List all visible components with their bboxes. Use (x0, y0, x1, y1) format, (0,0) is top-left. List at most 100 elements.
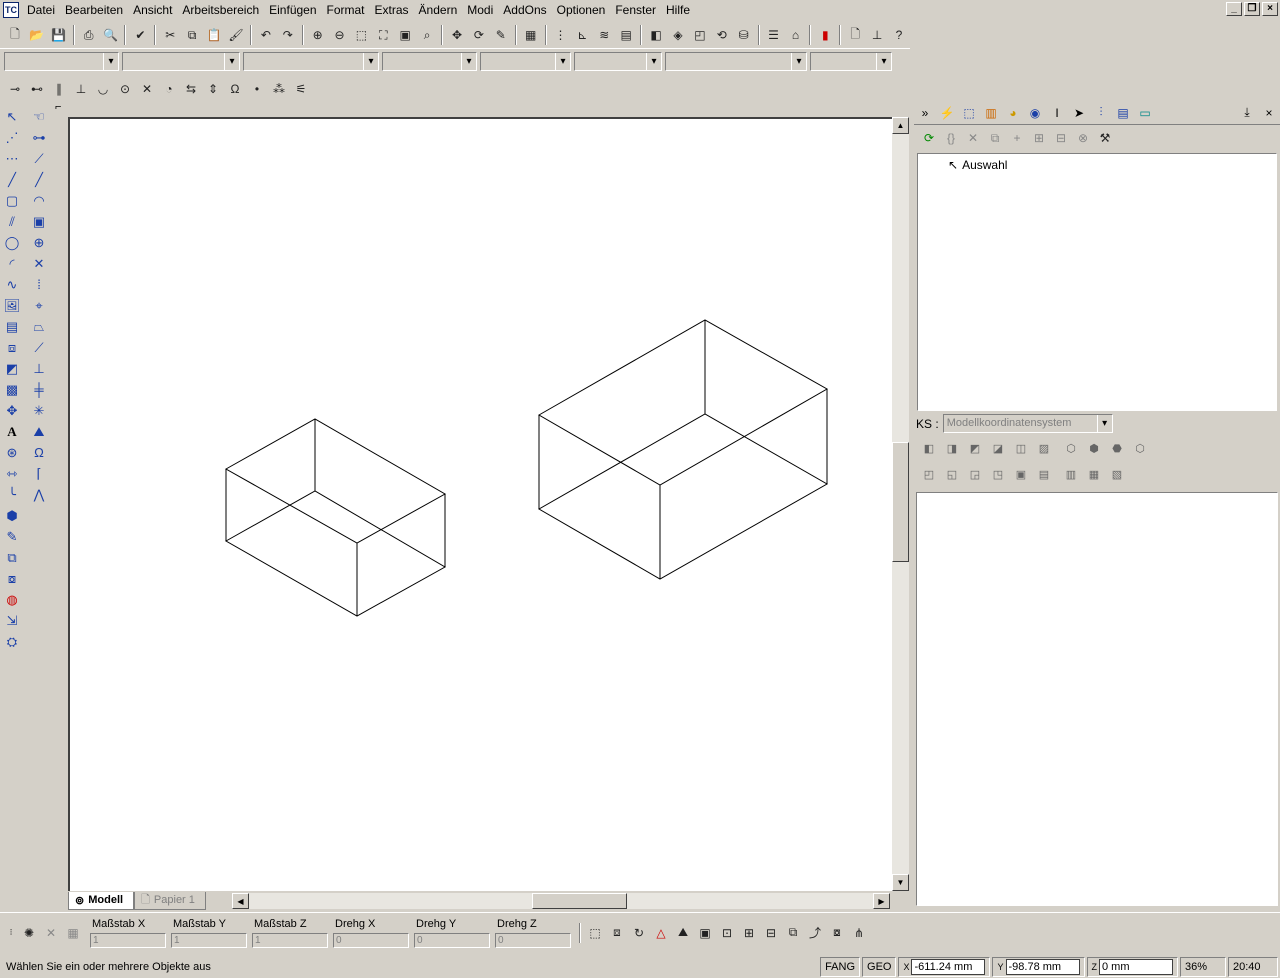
snap-midpoint-icon[interactable]: ⊷ (26, 78, 48, 100)
transform-snap-icon[interactable]: ⤴ (804, 922, 826, 944)
snap-between-icon[interactable]: ⇕ (202, 78, 224, 100)
line-tool-icon[interactable]: ⊶ (28, 127, 50, 148)
ucs-icon[interactable]: ⊥ (866, 24, 888, 46)
menu-extras[interactable]: Extras (370, 1, 414, 19)
view-3d-icon[interactable]: ⬢ (1, 505, 23, 526)
perp-dim-icon[interactable]: ╪ (28, 379, 50, 400)
properties-area[interactable] (916, 492, 1278, 906)
rotate-x-icon[interactable]: ◰ (918, 463, 940, 485)
menu-bearbeiten[interactable]: Bearbeiten (60, 1, 128, 19)
view-left-cube-icon[interactable]: ◩ (964, 437, 986, 459)
globe-icon[interactable]: ◉ (1024, 102, 1046, 124)
panel-close-icon[interactable]: × (1258, 102, 1280, 124)
collapse-icon[interactable]: » (914, 102, 936, 124)
delete-icon[interactable]: ✕ (962, 127, 984, 149)
polyline-icon[interactable]: ⋯ (1, 148, 23, 169)
cancel-icon[interactable]: ✕ (40, 922, 62, 944)
compass-icon[interactable]: ⋀ (28, 484, 50, 505)
properties-icon[interactable]: ☰ (763, 24, 785, 46)
zoom-in-icon[interactable]: ⊕ (307, 24, 329, 46)
mirror-y-icon[interactable]: ▣ (1010, 463, 1032, 485)
snap-center-icon[interactable]: ⊙ (114, 78, 136, 100)
menu-einfuegen[interactable]: Einfügen (264, 1, 321, 19)
omega-icon[interactable]: Ω (28, 442, 50, 463)
new-file-icon[interactable]: 🗋 (4, 24, 26, 46)
menu-modi[interactable]: Modi (462, 1, 498, 19)
save-icon[interactable]: 💾 (48, 24, 70, 46)
cursor-icon[interactable]: ➤ (1068, 102, 1090, 124)
ortho-icon[interactable]: ⊾ (571, 24, 593, 46)
bracket-icon[interactable]: ⌈ (28, 463, 50, 484)
grid-icon[interactable]: ⋮ (550, 24, 572, 46)
vertical-scroll-thumb[interactable] (892, 442, 909, 562)
circle-icon[interactable]: ◯ (1, 232, 23, 253)
rotate-y-icon[interactable]: ◱ (941, 463, 963, 485)
vertical-scrollbar[interactable]: ▲ ▼ (892, 117, 909, 891)
undo-icon[interactable]: ↶ (255, 24, 277, 46)
surface-icon[interactable]: ◩ (1, 358, 23, 379)
zoom-page-icon[interactable]: ▣ (394, 24, 416, 46)
box-3d-icon[interactable]: ⧈ (1, 337, 23, 358)
scale-z-input[interactable]: 1 (252, 932, 328, 948)
minimize-icon[interactable]: _ (1226, 2, 1242, 16)
layer-combo[interactable] (4, 52, 119, 71)
zoom-out-icon[interactable]: ⊖ (329, 24, 351, 46)
z-input[interactable]: 0 mm (1099, 958, 1173, 975)
snap-endpoint-icon[interactable]: ⊸ (4, 78, 26, 100)
menu-aendern[interactable]: Ändern (414, 1, 463, 19)
measure-icon[interactable]: ✎ (1, 526, 23, 547)
tangent-line-icon[interactable]: ⟋ (28, 337, 50, 358)
move-icon[interactable]: ✥ (1, 400, 23, 421)
merge-icon[interactable]: ⊟ (1050, 127, 1072, 149)
scroll-down-icon[interactable]: ▼ (892, 874, 909, 891)
image-icon[interactable]: 🖼 (1, 295, 23, 316)
menu-fenster[interactable]: Fenster (610, 1, 661, 19)
y-input[interactable]: -98.78 mm (1005, 958, 1080, 975)
angle-line-icon[interactable]: ⟋ (28, 148, 50, 169)
transform-icon[interactable]: ⇲ (1, 610, 23, 631)
pan-icon[interactable]: ✥ (446, 24, 468, 46)
scroll-right-icon[interactable]: ▶ (873, 893, 890, 909)
table-icon[interactable]: ▦ (62, 922, 84, 944)
select-arrow-icon[interactable]: ↖ (1, 106, 23, 127)
transform-flip-icon[interactable]: ⊞ (738, 922, 760, 944)
new-sheet-icon[interactable]: 🗋 (844, 24, 866, 46)
iso-nw-icon[interactable]: ⬡ (1129, 437, 1151, 459)
snap-multi-icon[interactable]: ⁂ (268, 78, 290, 100)
circle-arc-icon[interactable]: ◠ (28, 190, 50, 211)
transform-array-icon[interactable]: ▣ (694, 922, 716, 944)
fillet-icon[interactable]: ╰ (1, 484, 23, 505)
regen-icon[interactable]: ⟳ (468, 24, 490, 46)
filter-icon[interactable]: ⊗ (1072, 127, 1094, 149)
rotate-x-input[interactable]: 0 (333, 932, 409, 948)
menu-format[interactable]: Format (322, 1, 370, 19)
spellcheck-icon[interactable]: ✔ (129, 24, 151, 46)
snap-quadrant-icon[interactable]: ◔ (158, 78, 180, 100)
page-setup-icon[interactable]: ▤ (615, 24, 637, 46)
menu-datei[interactable]: Datei (22, 1, 60, 19)
restore-icon[interactable]: ❐ (1244, 2, 1260, 16)
transform-distribute-icon[interactable]: ⋔ (848, 922, 870, 944)
format-painter-icon[interactable]: 🖌 (225, 24, 247, 46)
text-icon[interactable]: A (1, 421, 23, 442)
view-iso-icon[interactable]: ◈ (667, 24, 689, 46)
add-group-icon[interactable]: ⊞ (1028, 127, 1050, 149)
assembly-icon[interactable]: ⛭ (1, 631, 23, 652)
tools-icon[interactable]: ⚒ (1094, 127, 1116, 149)
close-icon[interactable]: × (1262, 2, 1278, 16)
render-icon[interactable]: ▦ (520, 24, 542, 46)
view-bottom-cube-icon[interactable]: ▨ (1033, 437, 1055, 459)
group-icon[interactable]: ⧉ (1, 547, 23, 568)
solid-icon[interactable]: ▩ (1, 379, 23, 400)
view-top-icon[interactable]: ◰ (689, 24, 711, 46)
transform-rotate-icon[interactable]: ↻ (628, 922, 650, 944)
line-icon[interactable]: ╱ (1, 169, 23, 190)
tree-item-auswahl[interactable]: ↖ Auswahl (948, 158, 1007, 172)
view-front-cube-icon[interactable]: ◧ (918, 437, 940, 459)
menu-hilfe[interactable]: Hilfe (661, 1, 695, 19)
diagonal-line-icon[interactable]: ╱ (28, 169, 50, 190)
print-preview-icon[interactable]: 🔍 (100, 24, 122, 46)
iso-sw-icon[interactable]: ⬡ (1060, 437, 1082, 459)
snap-tangent-icon[interactable]: ◡ (92, 78, 114, 100)
mirror-z-icon[interactable]: ▤ (1033, 463, 1055, 485)
